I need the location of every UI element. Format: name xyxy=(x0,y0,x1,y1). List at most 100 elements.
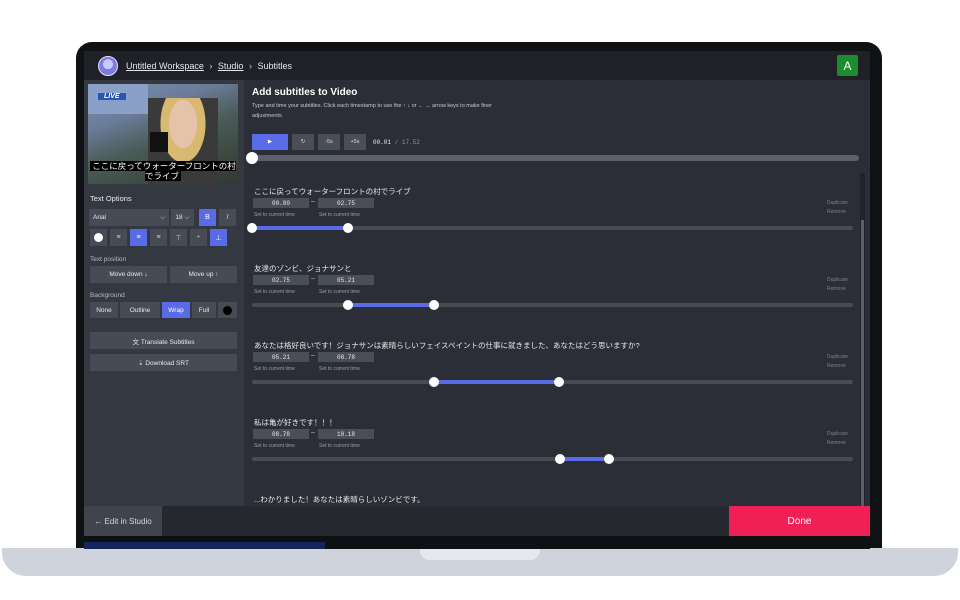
move-down-button[interactable]: Move down ↓ xyxy=(90,266,167,283)
breadcrumb-separator: › xyxy=(248,60,252,71)
end-time-field[interactable]: 05.21 xyxy=(318,275,374,285)
time-dash: – xyxy=(311,352,315,359)
current-time: 00.01 xyxy=(373,139,392,146)
remove-link[interactable]: Remove xyxy=(827,363,846,369)
align-center-icon[interactable]: ≡ xyxy=(130,229,147,246)
set-start-current-link[interactable]: Set to current time xyxy=(254,366,295,372)
set-end-current-link[interactable]: Set to current time xyxy=(319,212,360,218)
workspace-logo-icon[interactable] xyxy=(98,55,118,76)
valign-bottom-icon[interactable]: ⊥ xyxy=(210,229,227,246)
timing-end-handle[interactable] xyxy=(554,377,564,387)
download-srt-button[interactable]: ⇣ Download SRT xyxy=(90,354,237,371)
remove-link[interactable]: Remove xyxy=(827,209,846,215)
color-swatch-black xyxy=(223,305,232,315)
timing-range-fill xyxy=(434,380,559,384)
background-full-button[interactable]: Full xyxy=(192,302,216,318)
back-5s-button[interactable]: -5s xyxy=(318,134,340,150)
duplicate-link[interactable]: Duplicate xyxy=(827,200,848,206)
main-panel: Add subtitles to Video Type and time you… xyxy=(244,80,870,510)
font-size-value: 18 xyxy=(175,214,183,221)
playback-scrubber[interactable] xyxy=(253,155,859,161)
video-preview[interactable]: LIVE ここに戻ってウォーターフロントの村でライブ xyxy=(88,84,238,184)
background-label: Background xyxy=(90,292,125,299)
avatar[interactable]: A xyxy=(837,55,858,76)
align-left-icon[interactable]: ≡ xyxy=(110,229,127,246)
end-time-field[interactable]: 02.75 xyxy=(318,198,374,208)
subtitle-item: 友達のゾンビ、ジョナサンと 02.75 – 05.21 Set to curre… xyxy=(244,249,854,325)
duplicate-link[interactable]: Duplicate xyxy=(827,277,848,283)
duplicate-link[interactable]: Duplicate xyxy=(827,354,848,360)
set-start-current-link[interactable]: Set to current time xyxy=(254,443,295,449)
timing-start-handle[interactable] xyxy=(429,377,439,387)
italic-button[interactable]: I xyxy=(219,209,236,226)
duplicate-link[interactable]: Duplicate xyxy=(827,431,848,437)
play-button[interactable]: ▶ xyxy=(252,134,288,150)
subtitle-text[interactable]: ...わかりました！あなたは素晴らしいゾンビです。 xyxy=(254,494,425,505)
laptop-notch xyxy=(420,548,540,560)
background-none-button[interactable]: None xyxy=(90,302,118,318)
time-dash: – xyxy=(311,275,315,282)
subtitle-text[interactable]: ここに戻ってウォーターフロントの村でライブ xyxy=(254,186,411,197)
subtitle-text[interactable]: 友達のゾンビ、ジョナサンと xyxy=(254,263,352,274)
time-readout: 00.01 / 17.52 xyxy=(373,139,420,146)
video-caption-text: ここに戻ってウォーターフロントの村でライブ xyxy=(90,161,236,181)
set-end-current-link[interactable]: Set to current time xyxy=(319,366,360,372)
set-start-current-link[interactable]: Set to current time xyxy=(254,212,295,218)
background-wrap-button[interactable]: Wrap xyxy=(162,302,190,318)
end-time-field[interactable]: 10.18 xyxy=(318,429,374,439)
remove-link[interactable]: Remove xyxy=(827,286,846,292)
start-time-field[interactable]: 08.78 xyxy=(253,429,309,439)
video-caption: ここに戻ってウォーターフロントの村でライブ xyxy=(88,161,238,181)
breadcrumb-studio-link[interactable]: Studio xyxy=(218,61,244,71)
breadcrumb: Untitled Workspace › Studio › Subtitles xyxy=(126,61,292,71)
set-start-current-link[interactable]: Set to current time xyxy=(254,289,295,295)
page-description: Type and time your subtitles. Click each… xyxy=(252,103,492,119)
forward-5s-button[interactable]: +5s xyxy=(344,134,366,150)
timing-range-fill xyxy=(560,457,609,461)
subtitle-text[interactable]: 私は亀が好きです！！！ xyxy=(254,417,337,428)
restart-button[interactable]: ↻ xyxy=(292,134,314,150)
playback-scrubber-handle[interactable] xyxy=(246,152,258,164)
total-time: 17.52 xyxy=(401,139,420,146)
page-title: Add subtitles to Video xyxy=(252,87,358,98)
valign-top-icon[interactable]: ⊤ xyxy=(170,229,187,246)
move-up-button[interactable]: Move up ↑ xyxy=(170,266,237,283)
remove-link[interactable]: Remove xyxy=(827,440,846,446)
scrollbar-thumb[interactable] xyxy=(861,220,864,508)
timing-start-handle[interactable] xyxy=(555,454,565,464)
timing-end-handle[interactable] xyxy=(343,223,353,233)
start-time-field[interactable]: 00.00 xyxy=(253,198,309,208)
live-badge: LIVE xyxy=(98,93,126,100)
timing-start-handle[interactable] xyxy=(247,223,257,233)
microphone-icon xyxy=(150,132,168,152)
start-time-field[interactable]: 05.21 xyxy=(253,352,309,362)
background-outline-button[interactable]: Outline xyxy=(120,302,160,318)
font-size-select[interactable]: 18 ⌵ xyxy=(171,209,194,226)
chevron-down-icon: ⌵ xyxy=(184,213,190,221)
timing-range-track[interactable] xyxy=(252,457,853,461)
valign-middle-icon[interactable]: ÷ xyxy=(190,229,207,246)
text-position-label: Text position xyxy=(90,256,127,263)
set-end-current-link[interactable]: Set to current time xyxy=(319,443,360,449)
breadcrumb-workspace-link[interactable]: Untitled Workspace xyxy=(126,61,204,71)
timing-range-fill xyxy=(252,226,348,230)
edit-in-studio-button[interactable]: ← Edit in Studio xyxy=(84,506,162,536)
translate-subtitles-button[interactable]: 文 Translate Subtitles xyxy=(90,332,237,349)
time-separator: / xyxy=(394,139,399,146)
end-time-field[interactable]: 08.78 xyxy=(318,352,374,362)
align-right-icon[interactable]: ≡ xyxy=(150,229,167,246)
timing-start-handle[interactable] xyxy=(343,300,353,310)
subtitle-text[interactable]: あなたは格好良いです！ジョナサンは素晴らしいフェイスペイントの仕事に就きました、… xyxy=(254,340,640,351)
time-dash: – xyxy=(311,429,315,436)
timing-end-handle[interactable] xyxy=(429,300,439,310)
breadcrumb-separator: › xyxy=(209,60,213,71)
font-select[interactable]: Arial ⌵ xyxy=(89,209,169,226)
set-end-current-link[interactable]: Set to current time xyxy=(319,289,360,295)
text-color-button[interactable] xyxy=(90,229,107,246)
start-time-field[interactable]: 02.75 xyxy=(253,275,309,285)
timing-end-handle[interactable] xyxy=(604,454,614,464)
bold-button[interactable]: B xyxy=(199,209,216,226)
text-options-title: Text Options xyxy=(90,194,132,203)
done-button[interactable]: Done xyxy=(729,506,870,536)
background-color-button[interactable] xyxy=(218,302,237,318)
